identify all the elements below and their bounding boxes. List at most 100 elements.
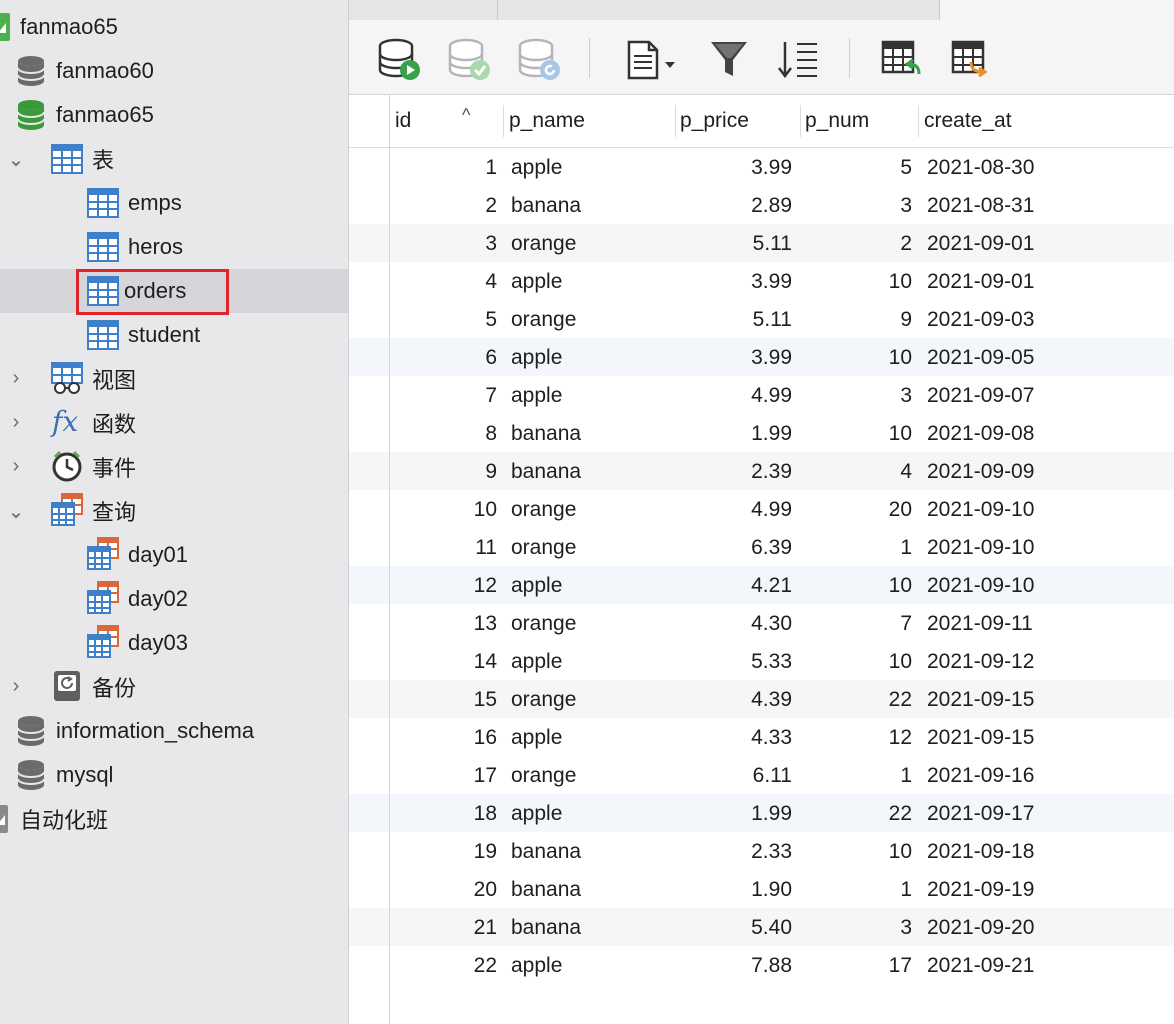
cell-id[interactable]: 2 — [409, 186, 497, 224]
cell-p-price[interactable]: 5.33 — [679, 642, 792, 680]
sidebar-item-query-day01[interactable]: day01 — [0, 533, 348, 577]
table-row[interactable]: 12 apple 4.21 10 2021-09-10 — [349, 566, 1174, 604]
table-row[interactable]: 18 apple 1.99 22 2021-09-17 — [349, 794, 1174, 832]
cell-p-name[interactable]: orange — [511, 224, 671, 262]
cell-p-num[interactable]: 3 — [805, 376, 912, 414]
cell-p-name[interactable]: apple — [511, 718, 671, 756]
cell-create-at[interactable]: 2021-09-15 — [927, 718, 1127, 756]
cell-id[interactable]: 19 — [409, 832, 497, 870]
table-row[interactable]: 5 orange 5.11 9 2021-09-03 — [349, 300, 1174, 338]
cell-p-price[interactable]: 2.89 — [679, 186, 792, 224]
cell-create-at[interactable]: 2021-09-01 — [927, 224, 1127, 262]
cell-p-num[interactable]: 3 — [805, 186, 912, 224]
table-row[interactable]: 17 orange 6.11 1 2021-09-16 — [349, 756, 1174, 794]
sidebar-item-database-mysql[interactable]: mysql — [0, 753, 348, 797]
cell-p-name[interactable]: apple — [511, 642, 671, 680]
column-divider[interactable] — [918, 105, 919, 137]
cell-p-num[interactable]: 1 — [805, 870, 912, 908]
cell-p-num[interactable]: 9 — [805, 300, 912, 338]
cell-id[interactable]: 18 — [409, 794, 497, 832]
cell-id[interactable]: 17 — [409, 756, 497, 794]
sort-icon[interactable] — [775, 38, 821, 82]
column-divider[interactable] — [503, 105, 504, 137]
cell-p-num[interactable]: 22 — [805, 794, 912, 832]
cell-p-name[interactable]: orange — [511, 528, 671, 566]
cell-id[interactable]: 9 — [409, 452, 497, 490]
table-row[interactable]: 14 apple 5.33 10 2021-09-12 — [349, 642, 1174, 680]
cell-create-at[interactable]: 2021-08-31 — [927, 186, 1127, 224]
cell-id[interactable]: 3 — [409, 224, 497, 262]
cell-create-at[interactable]: 2021-09-20 — [927, 908, 1127, 946]
table-row[interactable]: 8 banana 1.99 10 2021-09-08 — [349, 414, 1174, 452]
sidebar-item-backups[interactable]: › 备份 — [0, 665, 348, 709]
cell-create-at[interactable]: 2021-09-21 — [927, 946, 1127, 984]
sidebar-item-database-information-schema[interactable]: information_schema — [0, 709, 348, 753]
cell-p-price[interactable]: 3.99 — [679, 338, 792, 376]
cell-p-num[interactable]: 20 — [805, 490, 912, 528]
sidebar-item-functions[interactable]: › fx 函数 — [0, 401, 348, 445]
cell-p-num[interactable]: 10 — [805, 566, 912, 604]
table-row[interactable]: 6 apple 3.99 10 2021-09-05 — [349, 338, 1174, 376]
table-row[interactable]: 16 apple 4.33 12 2021-09-15 — [349, 718, 1174, 756]
cell-p-num[interactable]: 22 — [805, 680, 912, 718]
cell-create-at[interactable]: 2021-09-10 — [927, 528, 1127, 566]
sidebar-item-query-day02[interactable]: day02 — [0, 577, 348, 621]
filter-icon[interactable] — [707, 38, 753, 82]
cell-p-price[interactable]: 5.11 — [679, 224, 792, 262]
cell-p-num[interactable]: 17 — [805, 946, 912, 984]
cell-p-price[interactable]: 4.21 — [679, 566, 792, 604]
cell-id[interactable]: 16 — [409, 718, 497, 756]
chevron-down-icon[interactable]: ⌄ — [6, 501, 26, 523]
cell-p-num[interactable]: 1 — [805, 528, 912, 566]
cell-p-name[interactable]: banana — [511, 452, 671, 490]
cell-create-at[interactable]: 2021-09-01 — [927, 262, 1127, 300]
cell-p-name[interactable]: orange — [511, 300, 671, 338]
cell-p-price[interactable]: 6.11 — [679, 756, 792, 794]
table-export-icon[interactable] — [949, 38, 995, 82]
sidebar-item-connection-fanmao65[interactable]: fanmao65 — [0, 5, 348, 49]
sidebar-item-query-day03[interactable]: day03 — [0, 621, 348, 665]
column-header-p-name[interactable]: p_name — [509, 95, 585, 147]
cell-p-name[interactable]: banana — [511, 414, 671, 452]
sidebar-item-connection-automation[interactable]: 自动化班 — [0, 797, 348, 841]
column-header-p-num[interactable]: p_num — [805, 95, 869, 147]
cell-p-price[interactable]: 4.39 — [679, 680, 792, 718]
cell-create-at[interactable]: 2021-08-30 — [927, 148, 1127, 186]
cell-p-num[interactable]: 10 — [805, 832, 912, 870]
cell-id[interactable]: 1 — [409, 148, 497, 186]
table-row[interactable]: 2 banana 2.89 3 2021-08-31 — [349, 186, 1174, 224]
database-commit-icon[interactable] — [447, 38, 493, 82]
cell-p-price[interactable]: 1.99 — [679, 414, 792, 452]
column-divider[interactable] — [800, 105, 801, 137]
cell-p-num[interactable]: 10 — [805, 642, 912, 680]
sidebar-item-database-fanmao60[interactable]: fanmao60 — [0, 49, 348, 93]
cell-p-num[interactable]: 10 — [805, 338, 912, 376]
chevron-right-icon[interactable]: › — [6, 411, 26, 433]
table-row[interactable]: 15 orange 4.39 22 2021-09-15 — [349, 680, 1174, 718]
cell-id[interactable]: 12 — [409, 566, 497, 604]
document-menu-icon[interactable] — [625, 38, 683, 82]
cell-id[interactable]: 21 — [409, 908, 497, 946]
table-row[interactable]: 20 banana 1.90 1 2021-09-19 — [349, 870, 1174, 908]
table-import-icon[interactable] — [879, 38, 925, 82]
cell-id[interactable]: 6 — [409, 338, 497, 376]
cell-id[interactable]: 20 — [409, 870, 497, 908]
cell-p-price[interactable]: 5.11 — [679, 300, 792, 338]
cell-create-at[interactable]: 2021-09-11 — [927, 604, 1127, 642]
cell-p-price[interactable]: 6.39 — [679, 528, 792, 566]
database-run-icon[interactable] — [377, 38, 423, 82]
column-divider[interactable] — [675, 105, 676, 137]
cell-p-name[interactable]: banana — [511, 186, 671, 224]
cell-create-at[interactable]: 2021-09-10 — [927, 490, 1127, 528]
cell-p-name[interactable]: orange — [511, 490, 671, 528]
column-header-create-at[interactable]: create_at — [924, 95, 1012, 147]
cell-p-price[interactable]: 1.90 — [679, 870, 792, 908]
cell-p-num[interactable]: 12 — [805, 718, 912, 756]
sidebar-item-queries[interactable]: ⌄ 查询 — [0, 489, 348, 533]
cell-p-name[interactable]: apple — [511, 376, 671, 414]
cell-id[interactable]: 15 — [409, 680, 497, 718]
table-row[interactable]: 1 apple 3.99 5 2021-08-30 — [349, 148, 1174, 186]
cell-p-name[interactable]: apple — [511, 338, 671, 376]
cell-p-price[interactable]: 1.99 — [679, 794, 792, 832]
sidebar-item-events[interactable]: › 事件 — [0, 445, 348, 489]
